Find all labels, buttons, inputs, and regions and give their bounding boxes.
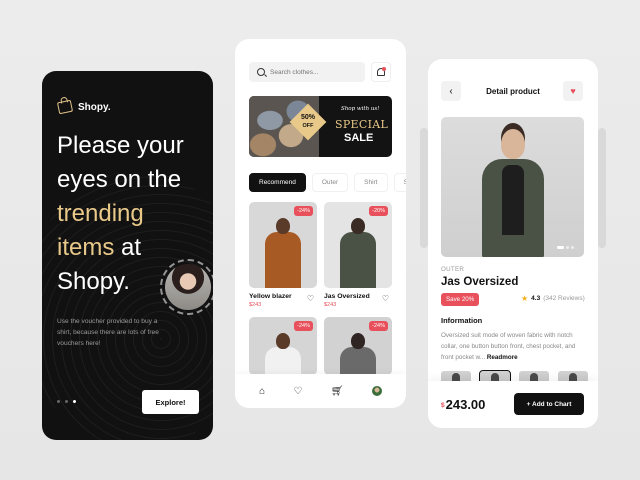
- headline-part-1: Please your eyes on the: [57, 132, 184, 193]
- search-bar[interactable]: [249, 62, 365, 82]
- discount-tag: -24%: [294, 206, 313, 216]
- information-heading: Information: [441, 316, 483, 325]
- model-figure: [340, 232, 376, 288]
- star-icon: ★: [521, 294, 529, 303]
- price-value: 243.00: [445, 397, 486, 412]
- product-image: -24%: [249, 317, 317, 375]
- image-dot-active[interactable]: [557, 246, 564, 249]
- model-photo: [165, 264, 211, 310]
- bottom-navigation: ⌂ ♡ 🛒︎: [235, 374, 406, 408]
- product-card[interactable]: -24%: [324, 317, 392, 375]
- product-image: -20%: [324, 202, 392, 288]
- model-head: [351, 333, 365, 349]
- promo-banner[interactable]: 50% OFF Shop with us! SPECIAL SALE: [249, 96, 392, 157]
- product-card[interactable]: -24% Yellow blazer $243 ♡: [249, 202, 317, 308]
- heart-icon[interactable]: ♡: [382, 294, 389, 303]
- page-dot[interactable]: [57, 400, 60, 403]
- badge-percent: 50%: [300, 114, 315, 121]
- page-indicator: [57, 400, 76, 403]
- model-avatar: [160, 259, 213, 315]
- tab-shirt[interactable]: Shirt: [354, 173, 388, 192]
- rating-value: 4.3: [531, 295, 541, 302]
- heart-icon[interactable]: ♡: [294, 386, 303, 397]
- image-indicator: [557, 246, 574, 249]
- notification-dot: [382, 67, 386, 71]
- notification-button[interactable]: [371, 62, 391, 82]
- screen-peek-left: [420, 128, 428, 248]
- brand-logo: Shopy.: [56, 99, 111, 115]
- brand-name: Shopy.: [78, 101, 111, 113]
- discount-badge-text: 50% OFF: [295, 114, 321, 130]
- product-image: -24%: [324, 317, 392, 375]
- discount-tag: -24%: [294, 321, 313, 331]
- model-inner: [501, 165, 524, 235]
- model-head: [276, 218, 290, 234]
- onboarding-screen: Shopy. Please your eyes on the trending …: [42, 71, 213, 440]
- search-input[interactable]: [270, 68, 360, 76]
- save-badge: Save 20%: [441, 293, 480, 306]
- image-dot[interactable]: [571, 246, 574, 249]
- explore-button[interactable]: Explore!: [142, 390, 199, 414]
- model-head: [351, 218, 365, 234]
- heart-icon[interactable]: ♡: [307, 294, 314, 303]
- tab-sweater[interactable]: Sw: [393, 173, 406, 192]
- product-rating: ★ 4.3 (342 Reviews): [521, 294, 585, 303]
- search-icon: [257, 68, 265, 76]
- voucher-description: Use the voucher provided to buy a shirt,…: [57, 318, 159, 347]
- cart-icon[interactable]: 🛒︎: [331, 386, 344, 397]
- image-dot[interactable]: [566, 246, 569, 249]
- home-icon[interactable]: ⌂: [259, 386, 265, 397]
- product-image: -24%: [249, 202, 317, 288]
- shopping-bag-icon: [56, 99, 74, 115]
- information-text: Oversized suit mode of woven fabric with…: [441, 330, 586, 363]
- readmore-link[interactable]: Readmore: [487, 354, 518, 361]
- banner-sale: SALE: [344, 132, 374, 144]
- model-head: [500, 129, 525, 159]
- currency-symbol: $: [441, 402, 445, 410]
- tab-recommend[interactable]: Recommend: [249, 173, 306, 192]
- discount-tag: -20%: [369, 206, 388, 216]
- page-dot[interactable]: [65, 400, 68, 403]
- profile-avatar[interactable]: [371, 386, 382, 396]
- model-figure: [340, 347, 376, 375]
- purchase-bar: $243.00 + Add to Chart: [428, 381, 598, 428]
- product-name: Jas Oversized: [441, 276, 519, 288]
- model-head: [276, 333, 290, 349]
- product-price: $243.00: [441, 397, 485, 412]
- add-to-cart-button[interactable]: + Add to Chart: [514, 393, 584, 415]
- model-figure: [265, 232, 301, 288]
- product-card[interactable]: -20% Jas Oversized $243 ♡: [324, 202, 392, 308]
- banner-script: Shop with us!: [341, 106, 380, 112]
- banner-special: SPECIAL: [335, 118, 389, 131]
- review-count: (342 Reviews): [543, 295, 585, 302]
- product-category: OUTER: [441, 266, 465, 273]
- screen-peek-right: [598, 128, 606, 248]
- tab-outer[interactable]: Outer: [311, 173, 349, 192]
- home-screen: 50% OFF Shop with us! SPECIAL SALE Recom…: [235, 39, 406, 408]
- page-dot-active[interactable]: [73, 400, 76, 403]
- badge-off: OFF: [302, 123, 314, 129]
- product-card[interactable]: -24%: [249, 317, 317, 375]
- heart-filled-icon: ♥: [570, 86, 576, 96]
- favorite-button[interactable]: ♥: [563, 81, 583, 101]
- product-hero-image: [441, 117, 584, 257]
- category-tabs: Recommend Outer Shirt Sw: [249, 173, 406, 192]
- detail-screen: ‹ Detail product ♥ OUTER Jas Oversized S…: [428, 59, 598, 428]
- discount-tag: -24%: [369, 321, 388, 331]
- model-figure: [265, 347, 301, 375]
